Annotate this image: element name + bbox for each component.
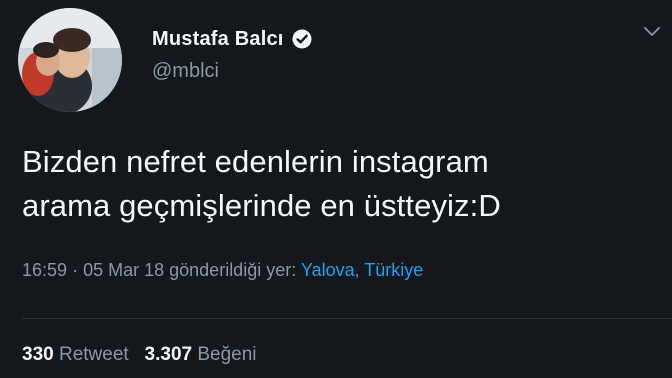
tweet-time[interactable]: 16:59 (22, 260, 67, 280)
avatar-photo (18, 8, 122, 112)
like-label: Beğeni (197, 344, 257, 365)
retweet-label: Retweet (58, 344, 129, 365)
avatar[interactable] (18, 8, 122, 112)
retweet-stat[interactable]: 330 Retweet (22, 344, 129, 365)
location-link[interactable]: Yalova, Türkiye (301, 260, 423, 280)
tweet-date[interactable]: 05 Mar 18 (83, 260, 164, 280)
tweet-text-line: arama geçmişlerinde en üstteyiz:D (22, 188, 501, 223)
meta-separator: · (72, 260, 79, 280)
retweet-count: 330 (22, 344, 54, 365)
verified-badge-icon (292, 29, 312, 49)
tweet-text: Bizden nefret edenlerin instagram arama … (22, 140, 662, 228)
like-count: 3.307 (144, 344, 193, 365)
display-name[interactable]: Mustafa Balcı (152, 28, 284, 51)
name-row: Mustafa Balcı (152, 24, 312, 54)
tweet-stats: 330 Retweet 3.307 Beğeni (22, 344, 257, 366)
tweet-text-line: Bizden nefret edenlerin instagram (22, 144, 489, 179)
tweet-meta: 16:59 · 05 Mar 18 gönderildiği yer: Yalo… (22, 260, 423, 281)
location-prefix: gönderildiği yer: (169, 260, 297, 280)
like-stat[interactable]: 3.307 Beğeni (145, 344, 257, 365)
divider (22, 318, 672, 319)
user-handle[interactable]: @mblci (152, 60, 219, 83)
tweet-card: Mustafa Balcı @mblci Bizden nefret edenl… (0, 0, 672, 378)
chevron-down-icon[interactable] (640, 22, 664, 42)
